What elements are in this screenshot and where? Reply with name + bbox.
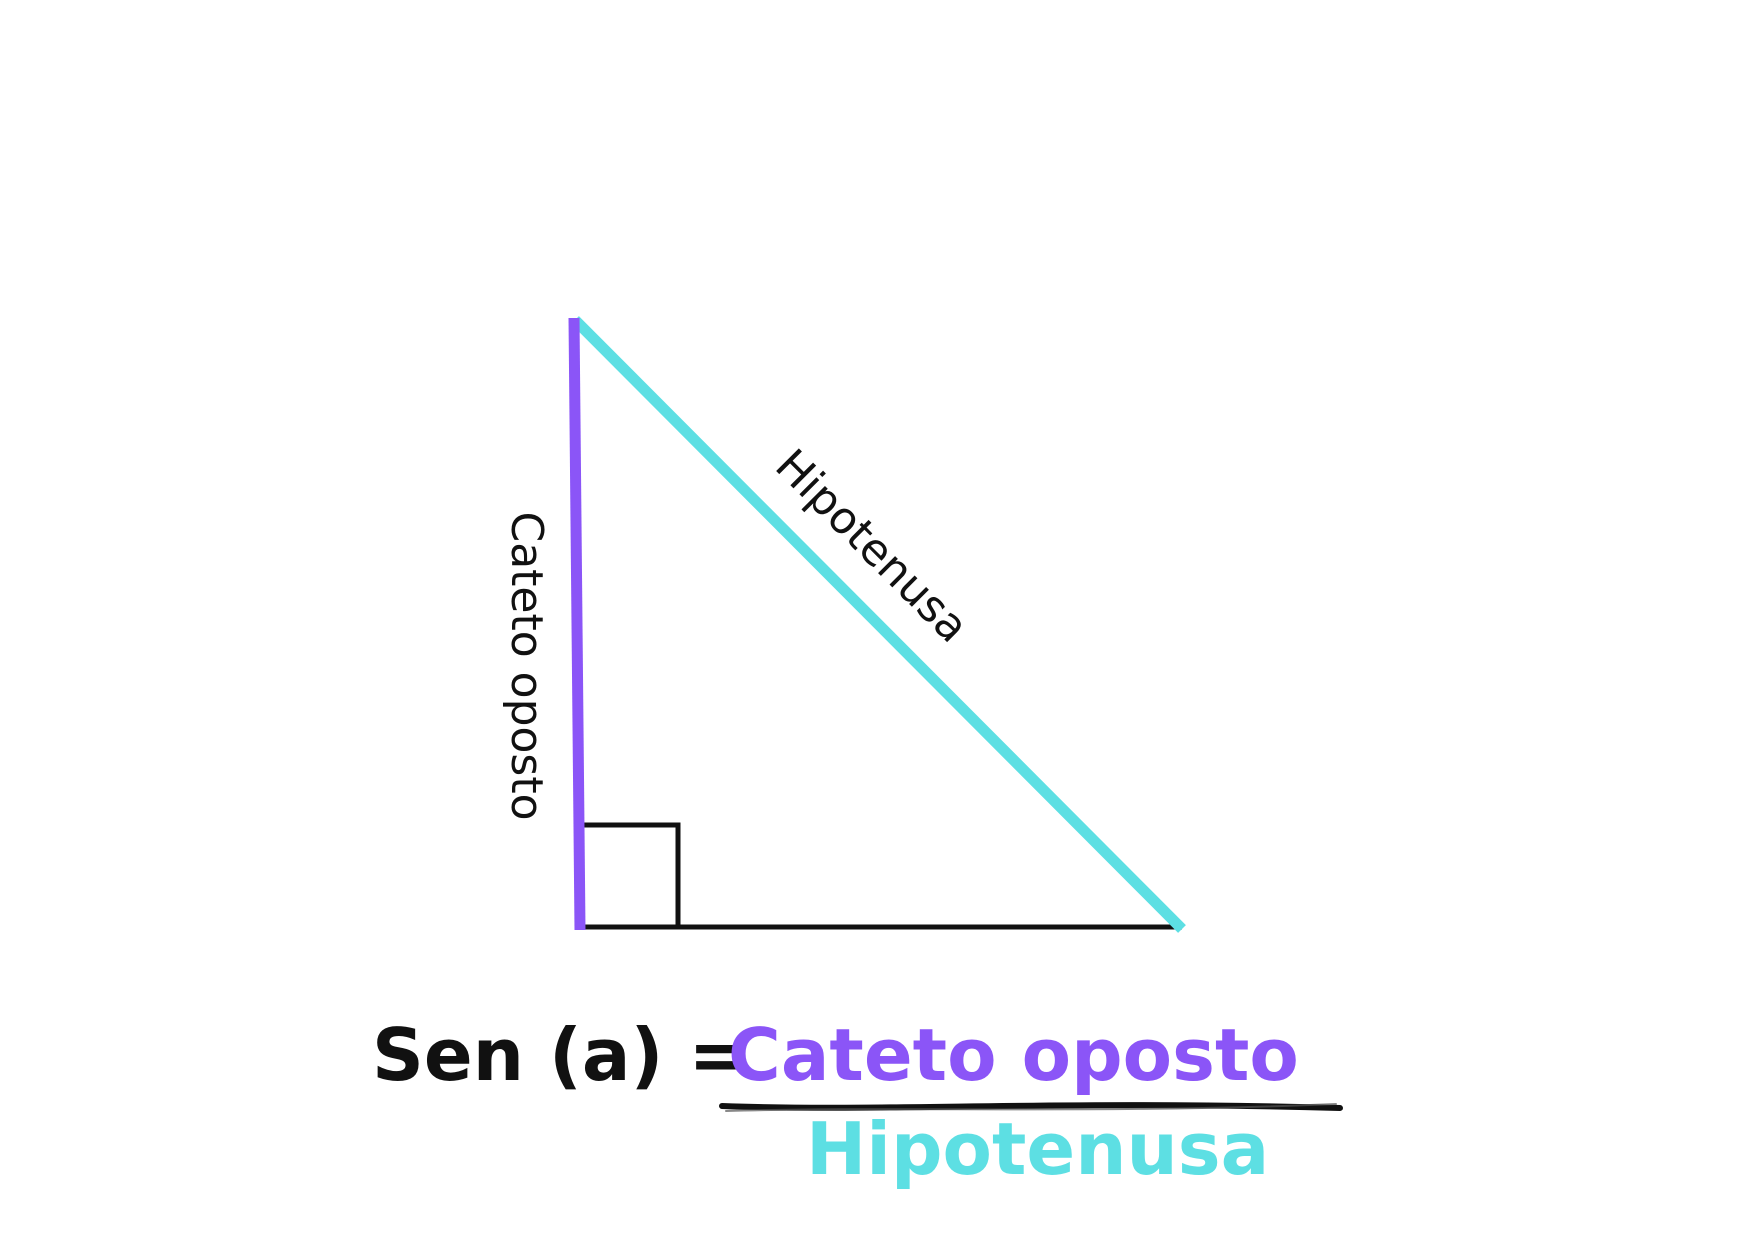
formula-numerator: Cateto oposto bbox=[728, 1013, 1299, 1097]
opposite-side-label: Cateto oposto bbox=[501, 511, 552, 820]
sine-diagram: Cateto oposto Hipotenusa Sen (a) = Catet… bbox=[372, 316, 1343, 1191]
sine-formula: Sen (a) = Cateto oposto Hipotenusa bbox=[372, 1013, 1343, 1191]
formula-denominator: Hipotenusa bbox=[806, 1107, 1269, 1191]
hypotenuse-side bbox=[571, 316, 1186, 933]
opposite-side bbox=[568, 317, 586, 931]
formula-lhs: Sen (a) = bbox=[372, 1013, 749, 1097]
right-angle-marker bbox=[582, 822, 681, 927]
